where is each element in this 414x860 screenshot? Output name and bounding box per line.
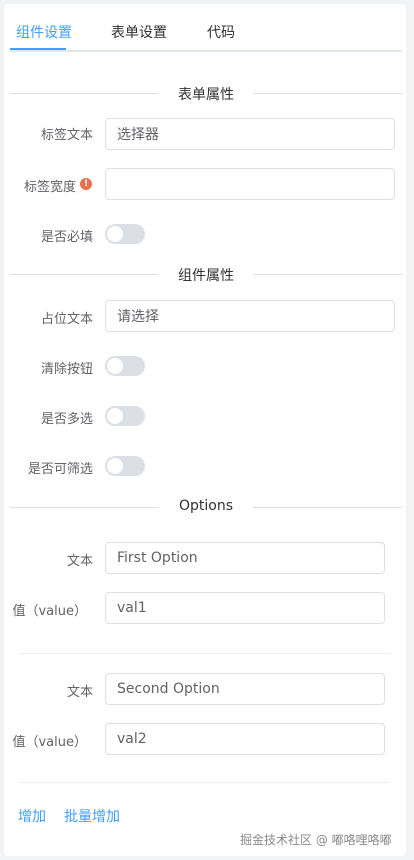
switch-knob [107, 226, 123, 242]
switch-knob [107, 408, 123, 424]
settings-tabs: 组件设置 表单设置 代码 [10, 18, 402, 52]
option-text-input[interactable] [105, 673, 385, 705]
label-text-label: 标签文本 [40, 128, 93, 143]
option-separator [20, 653, 390, 654]
filterable-switch[interactable] [105, 456, 145, 476]
component-section-title: 组件属性 [158, 265, 254, 285]
batch-add-option-button[interactable]: 批量增加 [64, 806, 120, 826]
option-value-label: 值（value） [12, 735, 87, 750]
multiple-switch[interactable] [105, 406, 145, 426]
option-value-label: 值（value） [12, 604, 87, 619]
option-separator [20, 782, 390, 783]
option-text-input[interactable] [105, 542, 385, 574]
options-section-title: Options [158, 498, 254, 514]
form-section-divider: 表单属性 [10, 84, 402, 104]
clearable-label: 清除按钮 [40, 362, 93, 377]
label-width-input[interactable] [105, 168, 395, 200]
label-text-input[interactable] [105, 118, 395, 150]
switch-knob [107, 358, 123, 374]
component-section-divider: 组件属性 [10, 265, 402, 285]
switch-knob [107, 458, 123, 474]
filterable-label: 是否可筛选 [27, 462, 93, 477]
option-value-input[interactable] [105, 592, 385, 624]
option-value-input[interactable] [105, 723, 385, 755]
option-text-label: 文本 [66, 554, 93, 569]
placeholder-label: 占位文本 [40, 312, 93, 327]
add-option-button[interactable]: 增加 [18, 806, 46, 826]
tab-component-settings[interactable]: 组件设置 [16, 22, 72, 42]
clearable-switch[interactable] [105, 356, 145, 376]
watermark: 掘金技术社区 @ 嘟咯哩咯嘟 [240, 833, 392, 847]
option-text-label: 文本 [66, 685, 93, 700]
active-tab-indicator [10, 48, 66, 50]
options-section-divider: Options [10, 498, 402, 514]
required-label: 是否必填 [40, 230, 93, 245]
multiple-label: 是否多选 [40, 412, 93, 427]
required-switch[interactable] [105, 224, 145, 244]
warning-icon: ! [80, 178, 92, 190]
form-section-title: 表单属性 [158, 84, 254, 104]
label-width-label: 标签宽度 [23, 180, 76, 195]
placeholder-input[interactable] [105, 300, 395, 332]
tab-form-settings[interactable]: 表单设置 [111, 22, 167, 42]
tab-code[interactable]: 代码 [207, 22, 235, 42]
